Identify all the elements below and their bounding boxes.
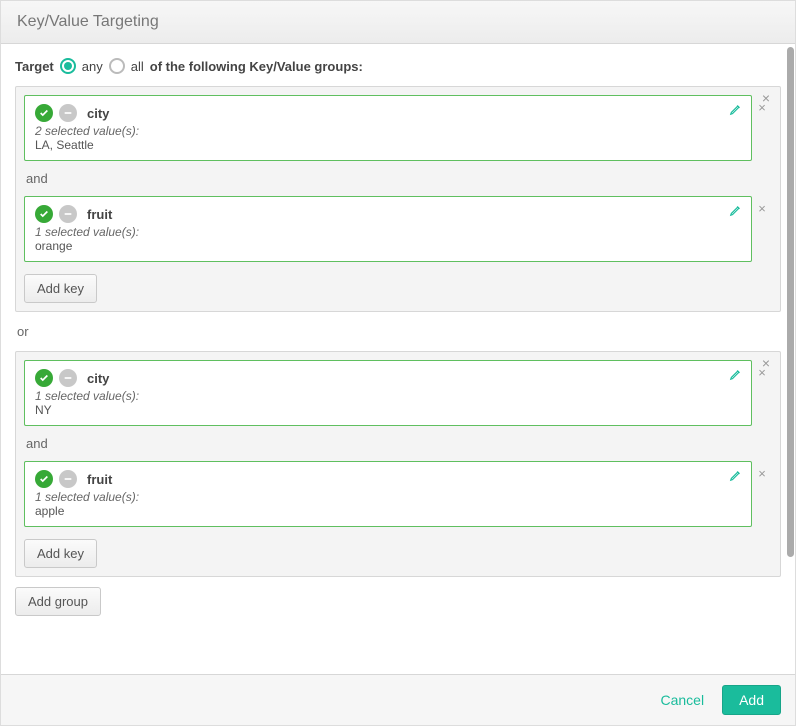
pencil-icon[interactable] <box>729 367 743 384</box>
exclude-toggle[interactable] <box>59 104 77 122</box>
key-value-targeting-dialog: Key/Value Targeting Target any all of th… <box>0 0 796 726</box>
radio-all[interactable] <box>109 58 125 74</box>
selected-count: 1 selected value(s): <box>35 225 741 239</box>
key-header: city <box>35 104 741 122</box>
cancel-button[interactable]: Cancel <box>656 686 708 714</box>
dialog-footer: Cancel Add <box>1 674 795 725</box>
dialog-header: Key/Value Targeting <box>1 1 795 44</box>
dialog-body: Target any all of the following Key/Valu… <box>1 44 795 674</box>
key-card: × fruit 1 selected value(s): orange <box>24 196 752 262</box>
exclude-toggle[interactable] <box>59 470 77 488</box>
and-label: and <box>26 436 770 451</box>
add-button[interactable]: Add <box>722 685 781 715</box>
pencil-icon[interactable] <box>729 203 743 220</box>
key-card: × city 1 selected value(s): NY <box>24 360 752 426</box>
group-box: × × city 2 selected value(s): LA, Seattl… <box>15 86 781 312</box>
close-icon[interactable]: × <box>755 365 769 379</box>
key-header: city <box>35 369 741 387</box>
include-toggle[interactable] <box>35 369 53 387</box>
target-row: Target any all of the following Key/Valu… <box>15 58 781 74</box>
key-name: fruit <box>87 472 112 487</box>
selected-values: orange <box>35 239 741 253</box>
close-icon[interactable]: × <box>755 466 769 480</box>
key-name: fruit <box>87 207 112 222</box>
key-header: fruit <box>35 205 741 223</box>
exclude-toggle[interactable] <box>59 369 77 387</box>
group-box: × × city 1 selected value(s): NY <box>15 351 781 577</box>
include-toggle[interactable] <box>35 470 53 488</box>
selected-count: 1 selected value(s): <box>35 490 741 504</box>
include-toggle[interactable] <box>35 104 53 122</box>
selected-values: NY <box>35 403 741 417</box>
radio-all-label: all <box>131 59 144 74</box>
and-label: and <box>26 171 770 186</box>
radio-any[interactable] <box>60 58 76 74</box>
close-icon[interactable]: × <box>755 100 769 114</box>
key-card: × fruit 1 selected value(s): apple <box>24 461 752 527</box>
key-name: city <box>87 371 109 386</box>
include-toggle[interactable] <box>35 205 53 223</box>
key-name: city <box>87 106 109 121</box>
key-header: fruit <box>35 470 741 488</box>
add-key-button[interactable]: Add key <box>24 539 97 568</box>
pencil-icon[interactable] <box>729 468 743 485</box>
or-label: or <box>17 324 779 339</box>
radio-any-label: any <box>82 59 103 74</box>
dialog-title: Key/Value Targeting <box>17 13 159 30</box>
pencil-icon[interactable] <box>729 102 743 119</box>
target-prefix: Target <box>15 59 54 74</box>
target-suffix: of the following Key/Value groups: <box>150 59 363 74</box>
selected-values: apple <box>35 504 741 518</box>
selected-count: 1 selected value(s): <box>35 389 741 403</box>
exclude-toggle[interactable] <box>59 205 77 223</box>
key-card: × city 2 selected value(s): LA, Seattle <box>24 95 752 161</box>
add-group-button[interactable]: Add group <box>15 587 101 616</box>
scrollbar-thumb[interactable] <box>787 47 794 557</box>
selected-count: 2 selected value(s): <box>35 124 741 138</box>
close-icon[interactable]: × <box>755 201 769 215</box>
add-key-button[interactable]: Add key <box>24 274 97 303</box>
selected-values: LA, Seattle <box>35 138 741 152</box>
